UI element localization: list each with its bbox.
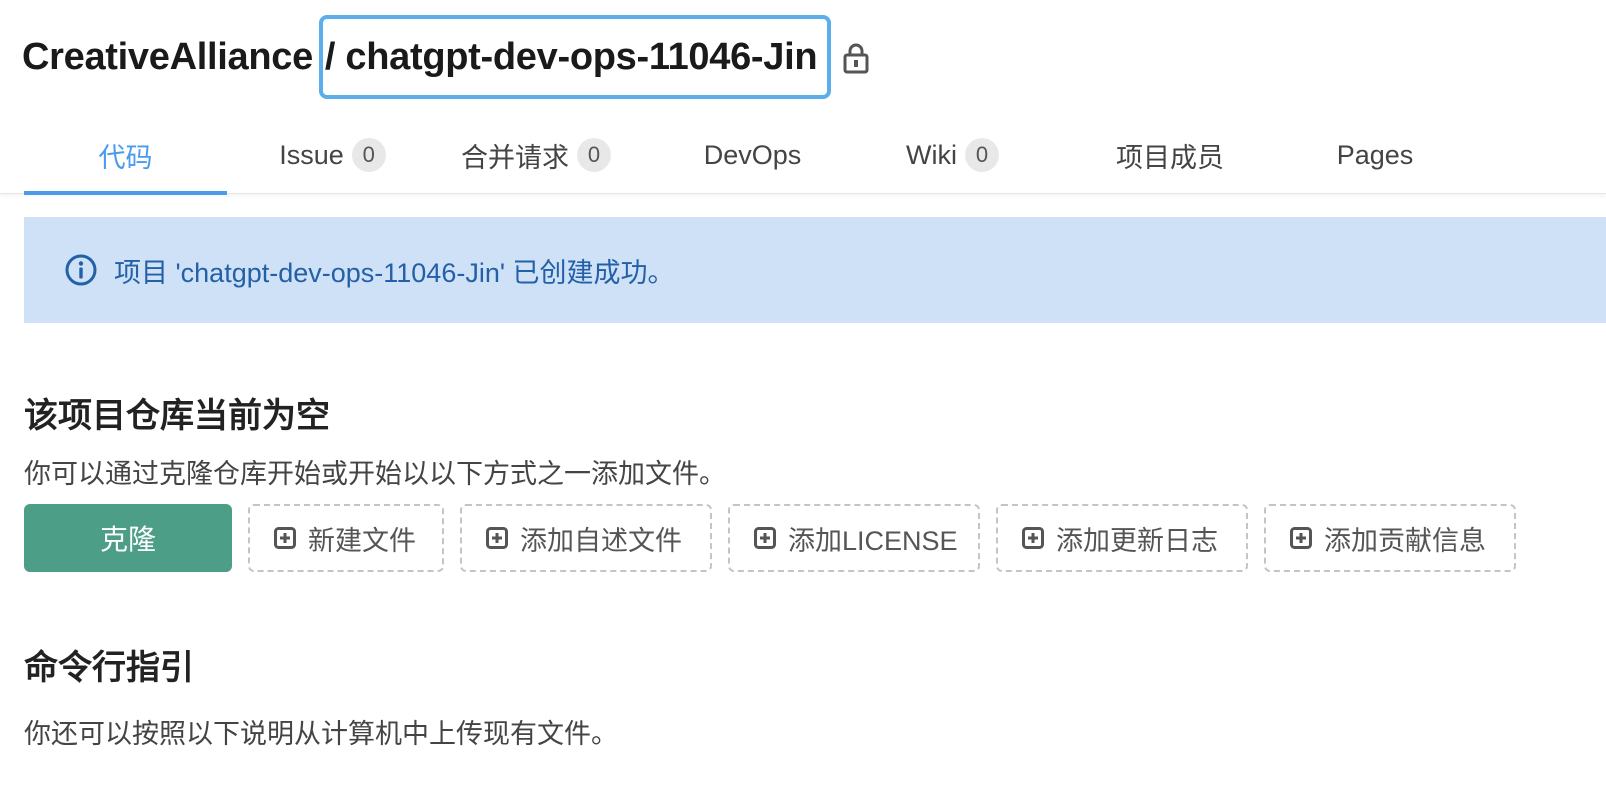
tab-wiki[interactable]: Wiki 0 (880, 116, 1025, 194)
tab-pages[interactable]: Pages (1285, 116, 1465, 194)
add-readme-label: 添加自述文件 (520, 525, 682, 556)
tab-label: Issue (279, 139, 344, 170)
alert-message: 项目 'chatgpt-dev-ops-11046-Jin' 已创建成功。 (114, 257, 675, 288)
new-file-button[interactable]: 新建文件 (248, 504, 444, 572)
add-readme-button[interactable]: 添加自述文件 (460, 504, 712, 572)
plus-square-icon (274, 527, 296, 549)
add-license-button[interactable]: 添加LICENSE (728, 504, 980, 572)
repo-name[interactable]: / chatgpt-dev-ops-11046-Jin (325, 36, 818, 79)
tab-code[interactable]: 代码 (24, 116, 227, 195)
add-contributing-label: 添加贡献信息 (1324, 525, 1486, 556)
add-changelog-label: 添加更新日志 (1056, 525, 1218, 556)
tab-label: 代码 (98, 142, 153, 173)
add-license-label: 添加LICENSE (788, 525, 958, 556)
tab-devops[interactable]: DevOps (665, 116, 840, 194)
org-name-link[interactable]: CreativeAlliance (22, 36, 313, 79)
clone-button-label: 克隆 (99, 524, 156, 555)
tab-merge-requests[interactable]: 合并请求 0 (446, 116, 626, 194)
lock-icon (843, 41, 869, 74)
tab-label: Wiki (906, 139, 957, 170)
add-contributing-button[interactable]: 添加贡献信息 (1264, 504, 1516, 572)
empty-repo-description: 你可以通过克隆仓库开始或开始以以下方式之一添加文件。 (24, 459, 726, 489)
new-file-label: 新建文件 (308, 525, 416, 556)
add-changelog-button[interactable]: 添加更新日志 (996, 504, 1248, 572)
tab-label: DevOps (703, 139, 802, 170)
tab-label: 项目成员 (1116, 142, 1224, 173)
tab-members[interactable]: 项目成员 (1070, 116, 1270, 194)
repo-name-highlight: / chatgpt-dev-ops-11046-Jin (318, 15, 832, 99)
empty-repo-title: 该项目仓库当前为空 (24, 397, 330, 435)
info-icon (64, 253, 98, 287)
plus-square-icon (754, 527, 776, 549)
tab-issue[interactable]: Issue 0 (250, 116, 415, 194)
cli-guide-description: 你还可以按照以下说明从计算机中上传现有文件。 (24, 719, 618, 749)
plus-square-icon (486, 527, 508, 549)
repo-tabs: 代码 Issue 0 合并请求 0 DevOps Wiki 0 项目成员 Pag… (0, 116, 1606, 195)
wiki-count-badge: 0 (964, 138, 999, 172)
page-header: CreativeAlliance / chatgpt-dev-ops-11046… (0, 0, 1606, 110)
empty-repo-actions: 克隆 新建文件 添加自述文件 添加LICENSE 添加更新日志 添加贡献信息 (24, 504, 1516, 572)
tab-label: Pages (1336, 139, 1414, 170)
plus-square-icon (1022, 527, 1044, 549)
success-alert: 项目 'chatgpt-dev-ops-11046-Jin' 已创建成功。 (24, 217, 1606, 323)
tab-label: 合并请求 (461, 142, 569, 173)
merge-request-count-badge: 0 (577, 138, 611, 172)
repo-title: CreativeAlliance / chatgpt-dev-ops-11046… (22, 14, 869, 100)
plus-square-icon (1290, 527, 1312, 549)
issue-count-badge: 0 (351, 138, 386, 172)
clone-button[interactable]: 克隆 (24, 504, 232, 572)
cli-guide-title: 命令行指引 (24, 649, 194, 687)
